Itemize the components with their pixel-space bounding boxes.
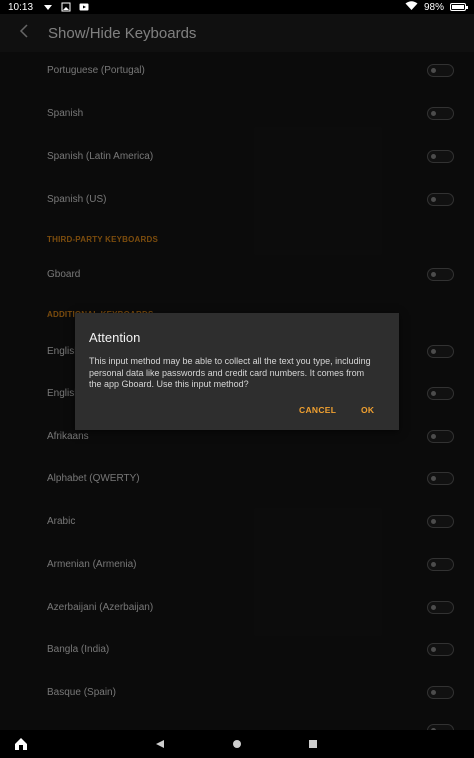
notification-icon bbox=[43, 2, 53, 12]
attention-dialog: Attention This input method may be able … bbox=[75, 313, 399, 430]
play-icon bbox=[79, 2, 89, 12]
recents-icon[interactable] bbox=[306, 737, 320, 751]
battery-percent: 98% bbox=[423, 1, 444, 13]
dialog-title: Attention bbox=[89, 330, 141, 345]
home-icon[interactable] bbox=[14, 737, 28, 751]
battery-icon bbox=[450, 3, 468, 11]
ok-button[interactable]: OK bbox=[361, 405, 374, 415]
status-time: 10:13 bbox=[8, 1, 34, 13]
image-icon bbox=[61, 2, 71, 12]
cancel-button[interactable]: CANCEL bbox=[299, 405, 336, 415]
navigation-bar bbox=[0, 730, 474, 758]
status-bar: 10:13 98% bbox=[0, 0, 474, 14]
screen: 10:13 98% Show/Hide Keyboards Portuguese… bbox=[0, 0, 474, 758]
home-circle-icon[interactable] bbox=[230, 737, 244, 751]
back-icon[interactable] bbox=[153, 737, 167, 751]
wifi-icon bbox=[405, 0, 418, 14]
status-right: 98% bbox=[405, 0, 468, 14]
dialog-message: This input method may be able to collect… bbox=[89, 356, 371, 389]
